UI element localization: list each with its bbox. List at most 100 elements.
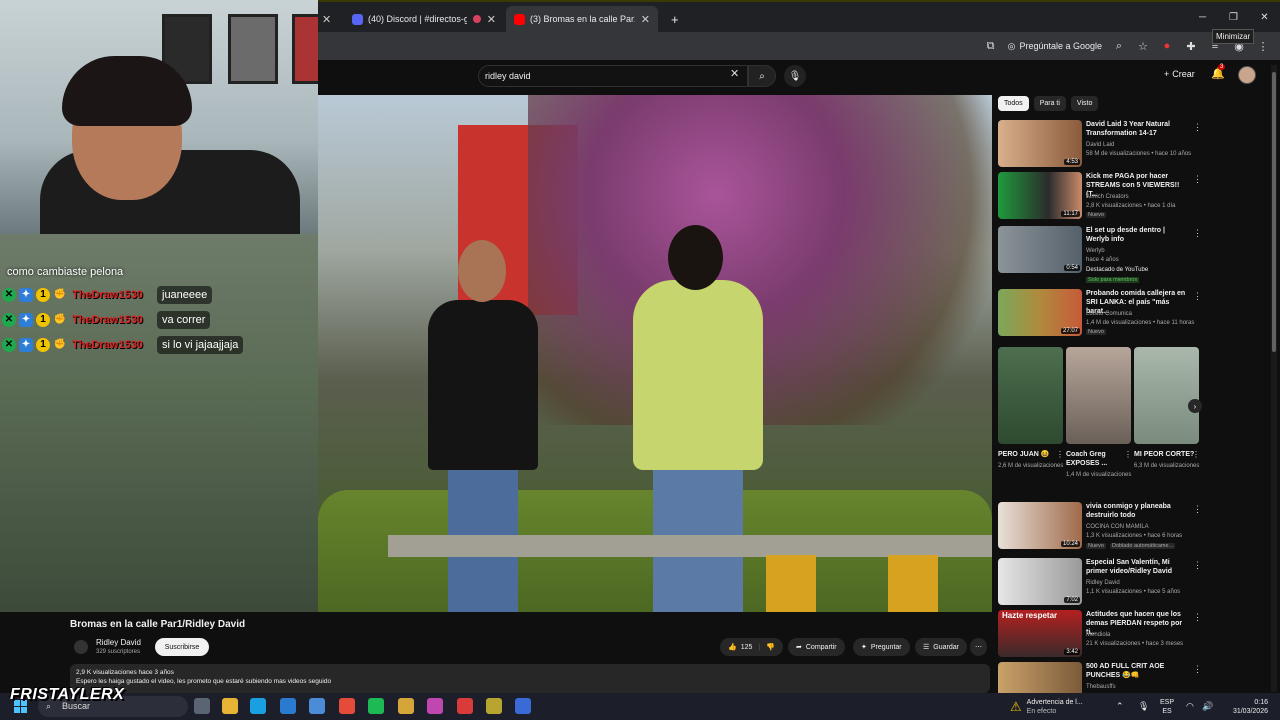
chrome-icon[interactable]: [339, 698, 355, 714]
recommendation-item[interactable]: 500 AD FULL CRIT AOE PUNCHES 😂👊 Thebausf…: [998, 662, 1203, 693]
video-thumbnail[interactable]: [998, 662, 1082, 693]
video-thumbnail[interactable]: 7:02: [998, 558, 1082, 605]
more-vertical-icon[interactable]: ⋮: [1192, 450, 1200, 459]
minimize-button[interactable]: ─: [1187, 2, 1218, 32]
rec-channel[interactable]: COCINA CON MAMILA: [1086, 524, 1149, 530]
rec-title[interactable]: El set up desde dentro | Werlyb info: [1086, 226, 1190, 244]
app-icon[interactable]: [486, 698, 502, 714]
tab-youtube[interactable]: (3) Bromas en la calle Par1/Rid ✕: [506, 6, 658, 32]
clear-search-icon[interactable]: ✕: [730, 67, 739, 80]
video-thumbnail[interactable]: 11:17: [998, 172, 1082, 219]
rec-channel[interactable]: Almich Creators: [1086, 194, 1129, 200]
more-vertical-icon[interactable]: ⋮: [1193, 228, 1202, 239]
short-thumbnail[interactable]: [998, 347, 1063, 444]
microphone-icon[interactable]: 🎙: [1138, 693, 1149, 720]
tray-overflow-icon[interactable]: ⌃: [1116, 693, 1124, 720]
subscribe-button[interactable]: Suscribirse: [155, 638, 209, 656]
file-explorer-icon[interactable]: [222, 698, 238, 714]
video-thumbnail[interactable]: 0:54: [998, 226, 1082, 273]
more-vertical-icon[interactable]: ⋮: [1124, 450, 1132, 459]
more-actions-button[interactable]: ⋯: [970, 638, 987, 656]
search-input[interactable]: ridley david: [478, 65, 748, 87]
recommendation-item[interactable]: 0:54 El set up desde dentro | Werlyb inf…: [998, 226, 1203, 286]
chip-visto[interactable]: Visto: [1070, 96, 1099, 111]
recommendation-item[interactable]: 27:07 Probando comida callejera en SRI L…: [998, 289, 1203, 339]
extension-icon[interactable]: ●: [1160, 39, 1174, 53]
rec-channel[interactable]: Ridley David: [1086, 580, 1120, 586]
more-vertical-icon[interactable]: ⋮: [1193, 504, 1202, 515]
rec-title[interactable]: vivia conmigo y planeaba destruirlo todo: [1086, 502, 1190, 520]
app-icon[interactable]: [398, 698, 414, 714]
channel-name[interactable]: Ridley David: [96, 638, 141, 647]
close-tab-icon[interactable]: ✕: [487, 13, 496, 26]
task-view-icon[interactable]: [194, 698, 210, 714]
share-button[interactable]: ➦ Compartir: [788, 638, 845, 656]
short-thumbnail[interactable]: [1066, 347, 1131, 444]
rec-channel[interactable]: Thebausffs: [1086, 684, 1116, 690]
chip-todos[interactable]: Todos: [998, 96, 1029, 111]
ask-button[interactable]: ✦ Preguntar: [853, 638, 910, 656]
channel-avatar[interactable]: [74, 640, 88, 654]
scrollbar-thumb[interactable]: [1272, 72, 1276, 352]
volume-icon[interactable]: 🔊: [1202, 693, 1213, 720]
more-vertical-icon[interactable]: ⋮: [1193, 664, 1202, 675]
ask-google-button[interactable]: ◎ Pregúntale a Google: [1008, 41, 1102, 52]
more-vertical-icon[interactable]: ⋮: [1193, 291, 1202, 302]
cast-icon[interactable]: ⧉: [984, 39, 998, 53]
more-vertical-icon[interactable]: ⋮: [1193, 122, 1202, 133]
chevron-right-icon[interactable]: ›: [1188, 399, 1202, 413]
short-title[interactable]: MI PEOR CORTE?: [1134, 450, 1200, 459]
recommendation-item[interactable]: 10:24 vivia conmigo y planeaba destruirl…: [998, 502, 1203, 552]
account-avatar[interactable]: [1238, 66, 1256, 84]
rec-title[interactable]: Especial San Valentín, Mi primer video/R…: [1086, 558, 1190, 576]
more-vertical-icon[interactable]: ⋮: [1193, 174, 1202, 185]
clock[interactable]: 0:16 31/03/2026: [1224, 693, 1268, 720]
close-tab-icon[interactable]: ✕: [641, 13, 650, 26]
wifi-icon[interactable]: ◠: [1186, 693, 1194, 720]
more-vertical-icon[interactable]: ⋮: [1193, 612, 1202, 623]
app-icon[interactable]: [457, 698, 473, 714]
outlook-icon[interactable]: [280, 698, 296, 714]
rec-title[interactable]: David Laid 3 Year Natural Transformation…: [1086, 120, 1190, 138]
short-title[interactable]: PERO JUAN 😆: [998, 450, 1064, 459]
rec-channel[interactable]: Luisito Comunica: [1086, 311, 1132, 317]
description-box[interactable]: 2,9 K visualizaciones hace 3 años Espero…: [70, 664, 990, 693]
short-thumbnail[interactable]: [1134, 347, 1199, 444]
edge-icon[interactable]: [250, 698, 266, 714]
language-indicator[interactable]: ESP ES: [1160, 693, 1174, 720]
create-button[interactable]: + Crear: [1164, 69, 1195, 79]
close-window-button[interactable]: ✕: [1249, 2, 1280, 32]
zoom-icon[interactable]: ⌕: [1112, 39, 1126, 53]
short-title[interactable]: Coach Greg EXPOSES ...: [1066, 450, 1132, 468]
recommendation-item[interactable]: 7:02 Especial San Valentín, Mi primer vi…: [998, 558, 1203, 608]
search-button[interactable]: ⌕: [748, 65, 776, 87]
menu-icon[interactable]: ⋮: [1256, 39, 1270, 53]
more-vertical-icon[interactable]: ⋮: [1056, 450, 1064, 459]
new-tab-button[interactable]: +: [663, 6, 685, 32]
restore-button[interactable]: ❐: [1218, 2, 1249, 32]
app-icon[interactable]: [427, 698, 443, 714]
video-thumbnail[interactable]: Hazte respetar 3:42: [998, 610, 1082, 657]
rec-title[interactable]: 500 AD FULL CRIT AOE PUNCHES 😂👊: [1086, 662, 1190, 680]
recommendation-item[interactable]: 11:17 Kick me PAGA por hacer STREAMS con…: [998, 172, 1203, 222]
rec-channel[interactable]: Werlyb: [1086, 248, 1105, 254]
rec-channel[interactable]: Mendiola: [1086, 632, 1110, 638]
spotify-icon[interactable]: [368, 698, 384, 714]
video-thumbnail[interactable]: 10:24: [998, 502, 1082, 549]
recommendation-item[interactable]: Hazte respetar 3:42 Actitudes que hacen …: [998, 610, 1203, 660]
weather-widget[interactable]: ⚠ Advertencia de l... En efecto: [1010, 693, 1083, 720]
rec-channel[interactable]: David Laid: [1086, 142, 1114, 148]
extensions-puzzle-icon[interactable]: ✚: [1184, 39, 1198, 53]
video-thumbnail[interactable]: 27:07: [998, 289, 1082, 336]
store-icon[interactable]: [309, 698, 325, 714]
tab-discord[interactable]: (40) Discord | #directos-ge ✕: [344, 6, 504, 32]
voice-search-button[interactable]: 🎙: [784, 65, 806, 87]
recommendation-item[interactable]: 4:53 David Laid 3 Year Natural Transform…: [998, 120, 1203, 170]
close-icon[interactable]: ✕: [318, 6, 332, 32]
video-player[interactable]: [318, 95, 992, 612]
bookmark-star-icon[interactable]: ☆: [1136, 39, 1150, 53]
app-icon[interactable]: [515, 698, 531, 714]
video-thumbnail[interactable]: 4:53: [998, 120, 1082, 167]
more-vertical-icon[interactable]: ⋮: [1193, 560, 1202, 571]
save-button[interactable]: ☰ Guardar: [915, 638, 967, 656]
